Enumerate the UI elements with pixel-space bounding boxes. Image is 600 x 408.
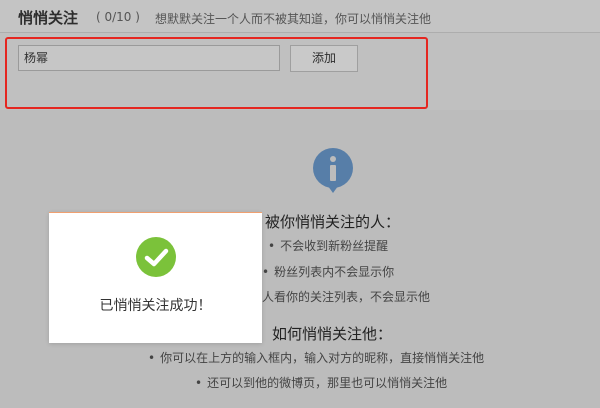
toast-message: 已悄悄关注成功！	[99, 298, 212, 314]
list-item: • 不会收到新粉丝提醒	[268, 239, 389, 253]
list-item: • 你可以在上方的输入框内，输入对方的昵称，直接悄悄关注他	[148, 351, 485, 365]
page-header: 悄悄关注 ( 0/10 ) 想默默关注一个人而不被其知道，你可以悄悄关注他	[0, 0, 600, 33]
info-icon-tail	[325, 182, 341, 193]
info-icon-bar	[330, 165, 336, 181]
success-toast: 已悄悄关注成功！	[49, 212, 262, 343]
section-title-how-to: 如何悄悄关注他：	[272, 325, 393, 343]
follow-count: ( 0/10 )	[96, 10, 140, 24]
list-item: • 还可以到他的微博页，那里也可以悄悄关注他	[195, 376, 448, 390]
info-icon-dot	[330, 156, 336, 162]
page-title: 悄悄关注	[18, 9, 79, 27]
highlight-annotation-box	[5, 37, 428, 109]
list-item: 人看你的关注列表，不会显示他	[262, 290, 431, 304]
checkmark-icon	[144, 248, 169, 267]
section-title-followed: 被你悄悄关注的人：	[265, 213, 401, 231]
check-circle-icon	[136, 237, 176, 277]
page-description: 想默默关注一个人而不被其知道，你可以悄悄关注他	[155, 12, 432, 26]
list-item: • 粉丝列表内不会显示你	[262, 265, 395, 279]
